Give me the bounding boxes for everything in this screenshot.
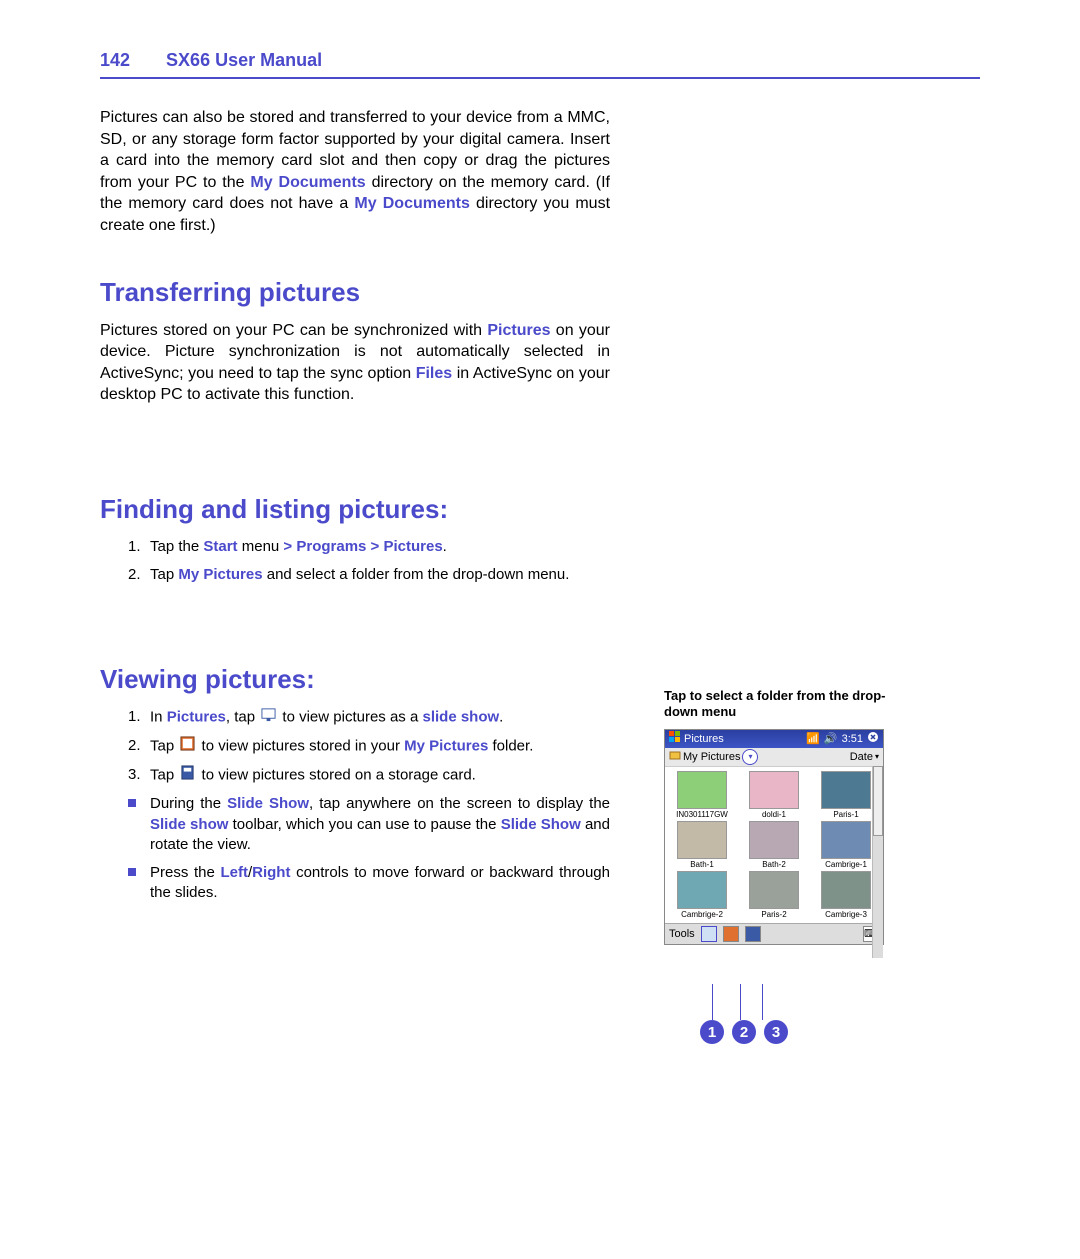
folder-dropdown-label[interactable]: My Pictures — [683, 751, 740, 763]
thumbnail-label: IN0301117GW — [667, 810, 737, 819]
section-finding-title: Finding and listing pictures: — [100, 492, 610, 527]
slideshow-icon — [261, 707, 276, 728]
thumbnail-image[interactable] — [749, 871, 799, 909]
thumbnail-item[interactable]: Cambrige-3 — [811, 871, 881, 919]
list-item: 2. Tap to view pictures stored in your M… — [128, 736, 610, 757]
page-title: SX66 User Manual — [166, 50, 322, 71]
thumbnail-label: Cambrige-1 — [811, 860, 881, 869]
thumbnail-image[interactable] — [821, 821, 871, 859]
titlebar-app-name: Pictures — [684, 733, 724, 745]
thumbnail-image[interactable] — [749, 771, 799, 809]
slideshow-btn-icon[interactable] — [701, 926, 717, 942]
speaker-icon: 🔊 — [824, 732, 838, 745]
my-pictures-icon — [180, 736, 195, 757]
transferring-paragraph: Pictures stored on your PC can be synchr… — [100, 320, 610, 406]
keyword-my-documents: My Documents — [250, 174, 365, 191]
thumbnail-item[interactable]: Cambrige-1 — [811, 821, 881, 869]
thumbnail-image[interactable] — [749, 821, 799, 859]
list-item: Press the Left/Right controls to move fo… — [128, 863, 610, 904]
my-pictures-btn-icon[interactable] — [723, 926, 739, 942]
keyword-pictures: Pictures — [487, 322, 550, 339]
list-item: 1. In Pictures, tap to view pictures as … — [128, 707, 610, 728]
thumbnail-label: Paris-2 — [739, 910, 809, 919]
titlebar-time: 3:51 — [842, 733, 863, 745]
legend-row: 1 2 3 — [700, 1020, 788, 1044]
thumbnail-label: Bath-2 — [739, 860, 809, 869]
thumbnail-item[interactable]: IN0301117GW — [667, 771, 737, 819]
thumbnail-item[interactable]: Bath-1 — [667, 821, 737, 869]
legend-bullet-1: 1 — [700, 1020, 724, 1044]
section-transferring-title: Transferring pictures — [100, 275, 610, 310]
device-bottombar: Tools ⌨ — [665, 923, 883, 944]
start-flag-icon[interactable] — [669, 731, 681, 746]
intro-paragraph: Pictures can also be stored and transfer… — [100, 107, 610, 237]
thumbnail-label: Cambrige-3 — [811, 910, 881, 919]
device-titlebar: Pictures 📶 🔊 3:51 — [665, 730, 883, 748]
keyword-files: Files — [416, 365, 452, 382]
storage-card-icon — [180, 765, 195, 786]
thumbnail-label: Bath-1 — [667, 860, 737, 869]
thumbnail-image[interactable] — [677, 821, 727, 859]
thumbnail-image[interactable] — [677, 871, 727, 909]
signal-icon: 📶 — [806, 732, 820, 745]
thumbnail-label: Cambrige-2 — [667, 910, 737, 919]
legend-line — [740, 984, 741, 1020]
thumbnail-item[interactable]: doldi-1 — [739, 771, 809, 819]
list-item: 1. Tap the Start menu > Programs > Pictu… — [128, 537, 610, 557]
square-bullet-icon — [128, 799, 136, 807]
page-header: 142 SX66 User Manual — [100, 50, 980, 79]
sort-label[interactable]: Date — [850, 751, 873, 763]
thumbnail-image[interactable] — [821, 771, 871, 809]
thumbnail-label: doldi-1 — [739, 810, 809, 819]
viewing-steps-list: 1. In Pictures, tap to view pictures as … — [128, 707, 610, 904]
thumbnail-item[interactable]: Paris-1 — [811, 771, 881, 819]
legend-bullet-2: 2 — [732, 1020, 756, 1044]
thumbnail-label: Paris-1 — [811, 810, 881, 819]
thumbnail-image[interactable] — [677, 771, 727, 809]
device-screenshot: Pictures 📶 🔊 3:51 My Pictures ▾ Date ▾ I… — [664, 729, 884, 945]
keyword-my-documents-2: My Documents — [354, 195, 469, 212]
chevron-down-icon[interactable]: ▾ — [875, 752, 879, 761]
thumbnail-item[interactable]: Paris-2 — [739, 871, 809, 919]
scrollbar[interactable] — [872, 766, 883, 958]
thumbnail-item[interactable]: Bath-2 — [739, 821, 809, 869]
storage-card-btn-icon[interactable] — [745, 926, 761, 942]
page-number: 142 — [100, 50, 130, 71]
folder-icon — [669, 749, 681, 764]
legend-bullet-3: 3 — [764, 1020, 788, 1044]
thumbnail-grid: IN0301117GWdoldi-1Paris-1Bath-1Bath-2Cam… — [665, 767, 883, 923]
close-icon[interactable] — [867, 731, 879, 746]
legend-line — [762, 984, 763, 1020]
list-item: 3. Tap to view pictures stored on a stor… — [128, 765, 610, 786]
folder-dropdown-arrow-icon[interactable]: ▾ — [742, 749, 758, 765]
thumbnail-image[interactable] — [821, 871, 871, 909]
section-viewing-title: Viewing pictures: — [100, 662, 610, 697]
square-bullet-icon — [128, 868, 136, 876]
device-caption: Tap to select a folder from the drop-dow… — [664, 688, 894, 721]
device-folderbar: My Pictures ▾ Date ▾ — [665, 748, 883, 767]
tools-menu[interactable]: Tools — [669, 928, 695, 940]
list-item: During the Slide Show, tap anywhere on t… — [128, 794, 610, 855]
scroll-thumb[interactable] — [873, 766, 883, 836]
list-item: 2. Tap My Pictures and select a folder f… — [128, 565, 610, 585]
legend-line — [712, 984, 713, 1020]
finding-steps-list: 1. Tap the Start menu > Programs > Pictu… — [128, 537, 610, 586]
thumbnail-item[interactable]: Cambrige-2 — [667, 871, 737, 919]
